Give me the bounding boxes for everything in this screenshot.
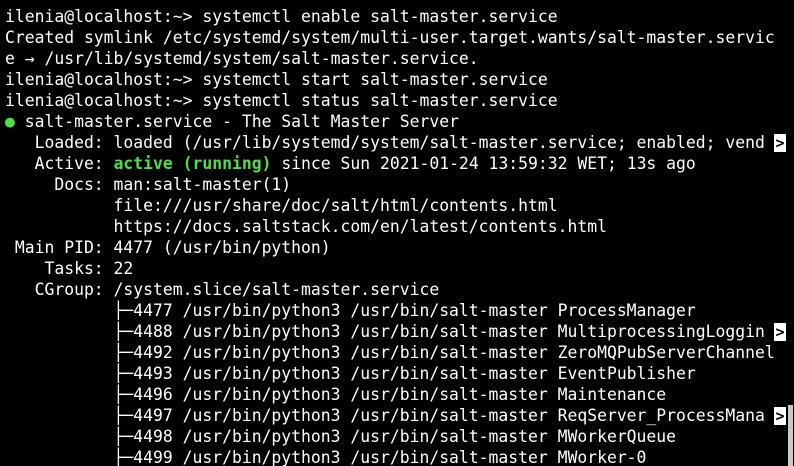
docs-line-3: https://docs.saltstack.com/en/latest/con… <box>5 217 607 236</box>
output-line-symlink-cont: e → /usr/lib/systemd/system/salt-master.… <box>5 49 479 68</box>
process-row: ├─4497 /usr/bin/python3 /usr/bin/salt-ma… <box>5 406 765 425</box>
truncation-marker-icon: > <box>774 323 786 341</box>
terminal-window[interactable]: ilenia@localhost:~> systemctl enable sal… <box>0 0 794 466</box>
process-row: ├─4499 /usr/bin/python3 /usr/bin/salt-ma… <box>5 448 647 466</box>
active-status-value: active (running) <box>113 154 272 173</box>
docs-line-1: Docs: man:salt-master(1) <box>5 175 292 194</box>
tasks-line: Tasks: 22 <box>5 259 134 278</box>
process-row: ├─4498 /usr/bin/python3 /usr/bin/salt-ma… <box>5 427 677 446</box>
active-label: Active: <box>5 154 114 173</box>
command-line-start: ilenia@localhost:~> systemctl start salt… <box>5 70 548 89</box>
loaded-line: Loaded: loaded (/usr/lib/systemd/system/… <box>5 133 765 152</box>
process-row: ├─4477 /usr/bin/python3 /usr/bin/salt-ma… <box>5 301 696 320</box>
process-row: ├─4496 /usr/bin/python3 /usr/bin/salt-ma… <box>5 385 667 404</box>
command-line-enable: ilenia@localhost:~> systemctl enable sal… <box>5 7 558 26</box>
command-line-status: ilenia@localhost:~> systemctl status sal… <box>5 91 558 110</box>
cgroup-line: CGroup: /system.slice/salt-master.servic… <box>5 280 440 299</box>
main-pid-line: Main PID: 4477 (/usr/bin/python) <box>5 238 331 257</box>
scrollbar-thumb[interactable] <box>788 405 793 466</box>
active-line: Active: active (running) since Sun 2021-… <box>5 153 696 174</box>
service-header-line: ● salt-master.service - The Salt Master … <box>5 111 459 132</box>
terminal-scrollbar[interactable] <box>786 0 794 466</box>
status-dot-icon: ● <box>5 112 15 131</box>
truncation-marker-icon: > <box>774 134 786 152</box>
docs-line-2: file:///usr/share/doc/salt/html/contents… <box>5 196 558 215</box>
process-row: ├─4488 /usr/bin/python3 /usr/bin/salt-ma… <box>5 322 765 341</box>
truncation-marker-icon: > <box>774 407 786 425</box>
process-row: ├─4492 /usr/bin/python3 /usr/bin/salt-ma… <box>5 343 775 362</box>
process-row: ├─4493 /usr/bin/python3 /usr/bin/salt-ma… <box>5 364 696 383</box>
active-since: since Sun 2021-01-24 13:59:32 WET; 13s a… <box>271 154 696 173</box>
service-header-text: salt-master.service - The Salt Master Se… <box>14 112 459 131</box>
output-line-symlink: Created symlink /etc/systemd/system/mult… <box>5 28 775 47</box>
